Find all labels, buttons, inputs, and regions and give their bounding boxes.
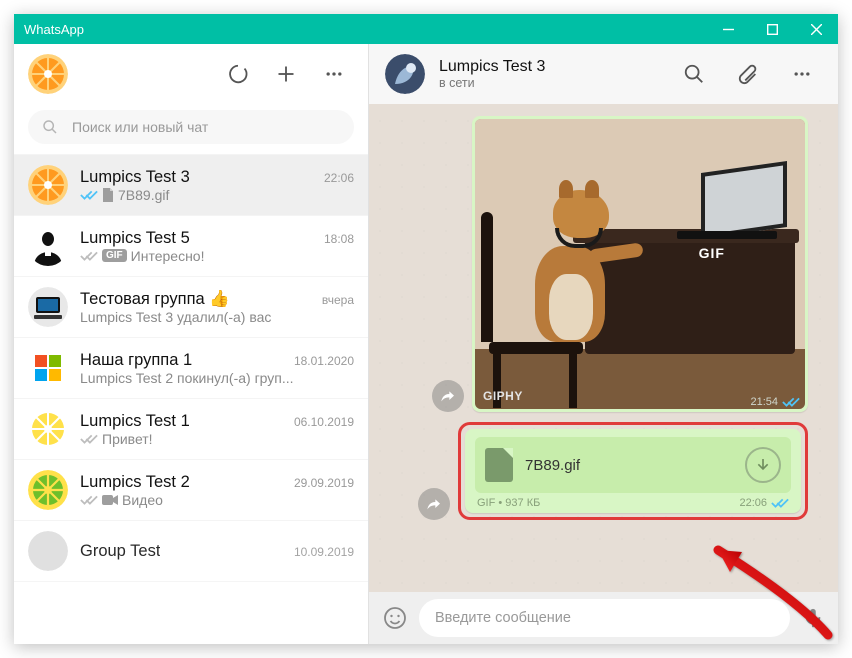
window-minimize-button[interactable] <box>706 14 750 44</box>
attach-icon[interactable] <box>728 54 768 94</box>
emoji-icon[interactable] <box>383 606 407 630</box>
search-placeholder: Поиск или новый чат <box>72 119 208 135</box>
new-chat-icon[interactable] <box>266 54 306 94</box>
message-time: 22:06 <box>739 497 767 509</box>
window-titlebar: WhatsApp <box>14 14 838 44</box>
forward-icon[interactable] <box>432 380 464 412</box>
conversation-header: Lumpics Test 3 в сети <box>369 44 838 104</box>
chat-item[interactable]: Lumpics Test 229.09.2019 Видео <box>14 460 368 521</box>
video-icon <box>102 494 118 506</box>
chat-item[interactable]: Тестовая группа 👍вчера Lumpics Test 3 уд… <box>14 277 368 338</box>
double-check-icon <box>80 250 98 262</box>
chat-item[interactable]: Lumpics Test 106.10.2019 Привет! <box>14 399 368 460</box>
contact-status: в сети <box>439 76 545 90</box>
search-input[interactable]: Поиск или новый чат <box>28 110 354 144</box>
chat-item[interactable]: Наша группа 118.01.2020 Lumpics Test 2 п… <box>14 338 368 399</box>
status-icon[interactable] <box>218 54 258 94</box>
highlighted-file-message: 7B89.gif GIF • 937 КБ 22:06 <box>458 422 808 520</box>
menu-icon[interactable] <box>314 54 354 94</box>
giphy-label: GIPHY <box>483 389 523 403</box>
gif-label: GIF <box>699 245 725 261</box>
chat-search-icon[interactable] <box>674 54 714 94</box>
chat-menu-icon[interactable] <box>782 54 822 94</box>
document-icon <box>102 188 114 202</box>
contact-avatar[interactable] <box>385 54 425 94</box>
search-icon <box>42 119 58 135</box>
mic-icon[interactable] <box>802 607 824 629</box>
double-check-icon <box>80 433 98 445</box>
gif-preview: GIF GIPHY <box>475 119 805 409</box>
double-check-icon <box>80 494 98 506</box>
gif-message[interactable]: GIF GIPHY 21:54 <box>472 116 808 412</box>
read-ticks-icon <box>782 396 800 408</box>
message-input[interactable]: Введите сообщение <box>419 599 790 637</box>
file-name: 7B89.gif <box>525 457 733 474</box>
double-check-icon <box>80 189 98 201</box>
window-close-button[interactable] <box>794 14 838 44</box>
document-icon <box>485 448 513 482</box>
chat-list: Lumpics Test 322:06 7B89.gif Lumpics Tes… <box>14 155 368 644</box>
window-title: WhatsApp <box>24 22 84 37</box>
chat-item[interactable]: Group Test10.09.2019 <box>14 521 368 582</box>
chat-item[interactable]: Lumpics Test 322:06 7B89.gif <box>14 155 368 216</box>
composer: Введите сообщение <box>369 592 838 644</box>
forward-icon[interactable] <box>418 488 450 520</box>
chat-item[interactable]: Lumpics Test 518:08 GIF Интересно! <box>14 216 368 277</box>
left-header <box>14 44 368 104</box>
window-maximize-button[interactable] <box>750 14 794 44</box>
file-message[interactable]: 7B89.gif GIF • 937 КБ 22:06 <box>465 429 801 513</box>
own-avatar[interactable] <box>28 54 68 94</box>
read-ticks-icon <box>771 497 789 509</box>
file-meta: GIF • 937 КБ <box>477 497 540 509</box>
download-icon[interactable] <box>745 447 781 483</box>
contact-name: Lumpics Test 3 <box>439 58 545 76</box>
message-time: 21:54 <box>750 396 778 408</box>
message-placeholder: Введите сообщение <box>435 610 571 626</box>
gif-badge-icon: GIF <box>102 249 127 262</box>
